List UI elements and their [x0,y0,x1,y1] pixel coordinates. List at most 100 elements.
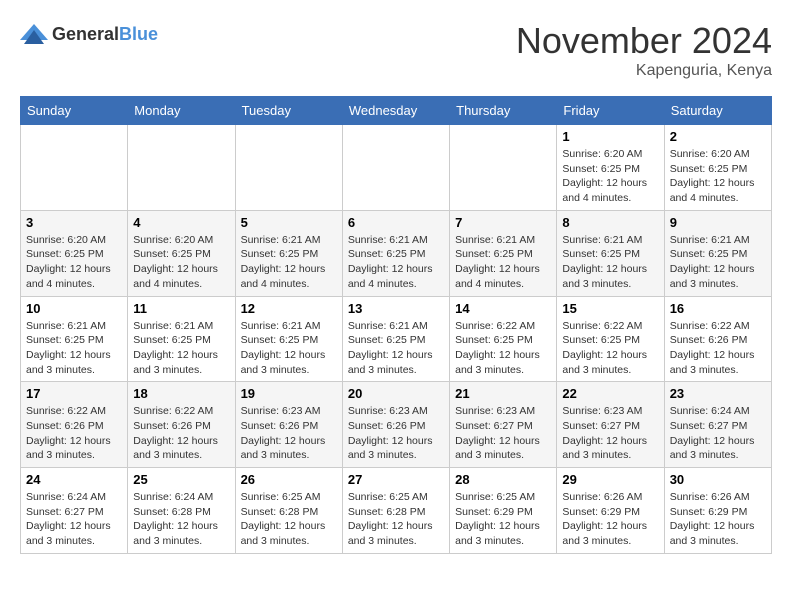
calendar-cell: 17 Sunrise: 6:22 AM Sunset: 6:26 PM Dayli… [21,382,128,468]
calendar-cell: 11 Sunrise: 6:21 AM Sunset: 6:25 PM Dayli… [128,296,235,382]
calendar-cell: 3 Sunrise: 6:20 AM Sunset: 6:25 PM Daylig… [21,210,128,296]
day-number: 18 [133,386,229,401]
day-info: Sunrise: 6:22 AM Sunset: 6:25 PM Dayligh… [455,319,551,378]
calendar-cell [342,125,449,211]
day-info: Sunrise: 6:24 AM Sunset: 6:27 PM Dayligh… [26,490,122,549]
weekday-header-wednesday: Wednesday [342,97,449,125]
day-number: 27 [348,472,444,487]
day-number: 4 [133,215,229,230]
calendar-cell: 2 Sunrise: 6:20 AM Sunset: 6:25 PM Daylig… [664,125,771,211]
day-number: 2 [670,129,766,144]
day-number: 24 [26,472,122,487]
calendar-cell: 30Sunrise: 6:26 AM Sunset: 6:29 PM Dayli… [664,468,771,554]
logo-text-general: General [52,24,119,44]
day-number: 23 [670,386,766,401]
calendar-cell: 25 Sunrise: 6:24 AM Sunset: 6:28 PM Dayli… [128,468,235,554]
day-info: Sunrise: 6:21 AM Sunset: 6:25 PM Dayligh… [348,319,444,378]
calendar-cell: 1 Sunrise: 6:20 AM Sunset: 6:25 PM Daylig… [557,125,664,211]
calendar-cell [450,125,557,211]
calendar-cell: 18 Sunrise: 6:22 AM Sunset: 6:26 PM Dayli… [128,382,235,468]
day-info: Sunrise: 6:21 AM Sunset: 6:25 PM Dayligh… [241,233,337,292]
day-number: 15 [562,301,658,316]
day-number: 11 [133,301,229,316]
calendar-cell: 16 Sunrise: 6:22 AM Sunset: 6:26 PM Dayli… [664,296,771,382]
day-number: 13 [348,301,444,316]
day-info: Sunrise: 6:20 AM Sunset: 6:25 PM Dayligh… [133,233,229,292]
day-number: 25 [133,472,229,487]
calendar-cell: 14 Sunrise: 6:22 AM Sunset: 6:25 PM Dayli… [450,296,557,382]
day-info: Sunrise: 6:23 AM Sunset: 6:26 PM Dayligh… [348,404,444,463]
day-info: Sunrise: 6:24 AM Sunset: 6:27 PM Dayligh… [670,404,766,463]
day-number: 21 [455,386,551,401]
day-info: Sunrise: 6:20 AM Sunset: 6:25 PM Dayligh… [26,233,122,292]
logo-text-blue: Blue [119,24,158,44]
calendar-cell: 24 Sunrise: 6:24 AM Sunset: 6:27 PM Dayli… [21,468,128,554]
calendar-cell: 29 Sunrise: 6:26 AM Sunset: 6:29 PM Dayli… [557,468,664,554]
month-title: November 2024 [516,20,772,62]
day-number: 12 [241,301,337,316]
day-info: Sunrise: 6:22 AM Sunset: 6:26 PM Dayligh… [26,404,122,463]
day-number: 1 [562,129,658,144]
calendar-cell: 5 Sunrise: 6:21 AM Sunset: 6:25 PM Daylig… [235,210,342,296]
weekday-header-monday: Monday [128,97,235,125]
day-info: Sunrise: 6:21 AM Sunset: 6:25 PM Dayligh… [133,319,229,378]
logo-icon [20,20,48,48]
day-info: Sunrise: 6:25 AM Sunset: 6:28 PM Dayligh… [348,490,444,549]
day-number: 10 [26,301,122,316]
day-info: Sunrise: 6:20 AM Sunset: 6:25 PM Dayligh… [670,147,766,206]
logo: GeneralBlue [20,20,158,48]
day-info: Sunrise: 6:22 AM Sunset: 6:26 PM Dayligh… [670,319,766,378]
day-number: 19 [241,386,337,401]
calendar-week-4: 17 Sunrise: 6:22 AM Sunset: 6:26 PM Dayli… [21,382,772,468]
day-number: 7 [455,215,551,230]
weekday-header-thursday: Thursday [450,97,557,125]
day-info: Sunrise: 6:26 AM Sunset: 6:29 PM Dayligh… [562,490,658,549]
day-number: 26 [241,472,337,487]
day-info: Sunrise: 6:20 AM Sunset: 6:25 PM Dayligh… [562,147,658,206]
day-number: 17 [26,386,122,401]
calendar-week-3: 10 Sunrise: 6:21 AM Sunset: 6:25 PM Dayli… [21,296,772,382]
calendar-cell: 21 Sunrise: 6:23 AM Sunset: 6:27 PM Dayli… [450,382,557,468]
calendar-cell: 6 Sunrise: 6:21 AM Sunset: 6:25 PM Daylig… [342,210,449,296]
day-number: 30 [670,472,766,487]
day-info: Sunrise: 6:23 AM Sunset: 6:27 PM Dayligh… [455,404,551,463]
calendar-cell: 12 Sunrise: 6:21 AM Sunset: 6:25 PM Dayli… [235,296,342,382]
calendar-cell: 13 Sunrise: 6:21 AM Sunset: 6:25 PM Dayli… [342,296,449,382]
calendar-table: SundayMondayTuesdayWednesdayThursdayFrid… [20,96,772,554]
day-info: Sunrise: 6:21 AM Sunset: 6:25 PM Dayligh… [241,319,337,378]
calendar-cell [21,125,128,211]
weekday-header-saturday: Saturday [664,97,771,125]
day-number: 14 [455,301,551,316]
day-number: 8 [562,215,658,230]
day-number: 6 [348,215,444,230]
calendar-cell: 27 Sunrise: 6:25 AM Sunset: 6:28 PM Dayli… [342,468,449,554]
day-number: 3 [26,215,122,230]
day-number: 22 [562,386,658,401]
weekday-header-tuesday: Tuesday [235,97,342,125]
title-area: November 2024 Kapenguria, Kenya [516,20,772,80]
day-number: 5 [241,215,337,230]
day-info: Sunrise: 6:21 AM Sunset: 6:25 PM Dayligh… [562,233,658,292]
day-info: Sunrise: 6:21 AM Sunset: 6:25 PM Dayligh… [26,319,122,378]
day-info: Sunrise: 6:21 AM Sunset: 6:25 PM Dayligh… [670,233,766,292]
calendar-cell: 7 Sunrise: 6:21 AM Sunset: 6:25 PM Daylig… [450,210,557,296]
calendar-body: 1 Sunrise: 6:20 AM Sunset: 6:25 PM Daylig… [21,125,772,554]
calendar-cell: 9Sunrise: 6:21 AM Sunset: 6:25 PM Daylig… [664,210,771,296]
calendar-cell: 23 Sunrise: 6:24 AM Sunset: 6:27 PM Dayli… [664,382,771,468]
day-info: Sunrise: 6:21 AM Sunset: 6:25 PM Dayligh… [455,233,551,292]
day-info: Sunrise: 6:22 AM Sunset: 6:25 PM Dayligh… [562,319,658,378]
day-number: 28 [455,472,551,487]
day-info: Sunrise: 6:21 AM Sunset: 6:25 PM Dayligh… [348,233,444,292]
calendar-cell: 8 Sunrise: 6:21 AM Sunset: 6:25 PM Daylig… [557,210,664,296]
weekday-header-sunday: Sunday [21,97,128,125]
day-info: Sunrise: 6:24 AM Sunset: 6:28 PM Dayligh… [133,490,229,549]
day-number: 16 [670,301,766,316]
calendar-week-1: 1 Sunrise: 6:20 AM Sunset: 6:25 PM Daylig… [21,125,772,211]
calendar-cell: 26 Sunrise: 6:25 AM Sunset: 6:28 PM Dayli… [235,468,342,554]
day-info: Sunrise: 6:25 AM Sunset: 6:28 PM Dayligh… [241,490,337,549]
calendar-cell: 15 Sunrise: 6:22 AM Sunset: 6:25 PM Dayli… [557,296,664,382]
day-number: 29 [562,472,658,487]
calendar-week-5: 24 Sunrise: 6:24 AM Sunset: 6:27 PM Dayli… [21,468,772,554]
day-info: Sunrise: 6:23 AM Sunset: 6:26 PM Dayligh… [241,404,337,463]
day-info: Sunrise: 6:22 AM Sunset: 6:26 PM Dayligh… [133,404,229,463]
